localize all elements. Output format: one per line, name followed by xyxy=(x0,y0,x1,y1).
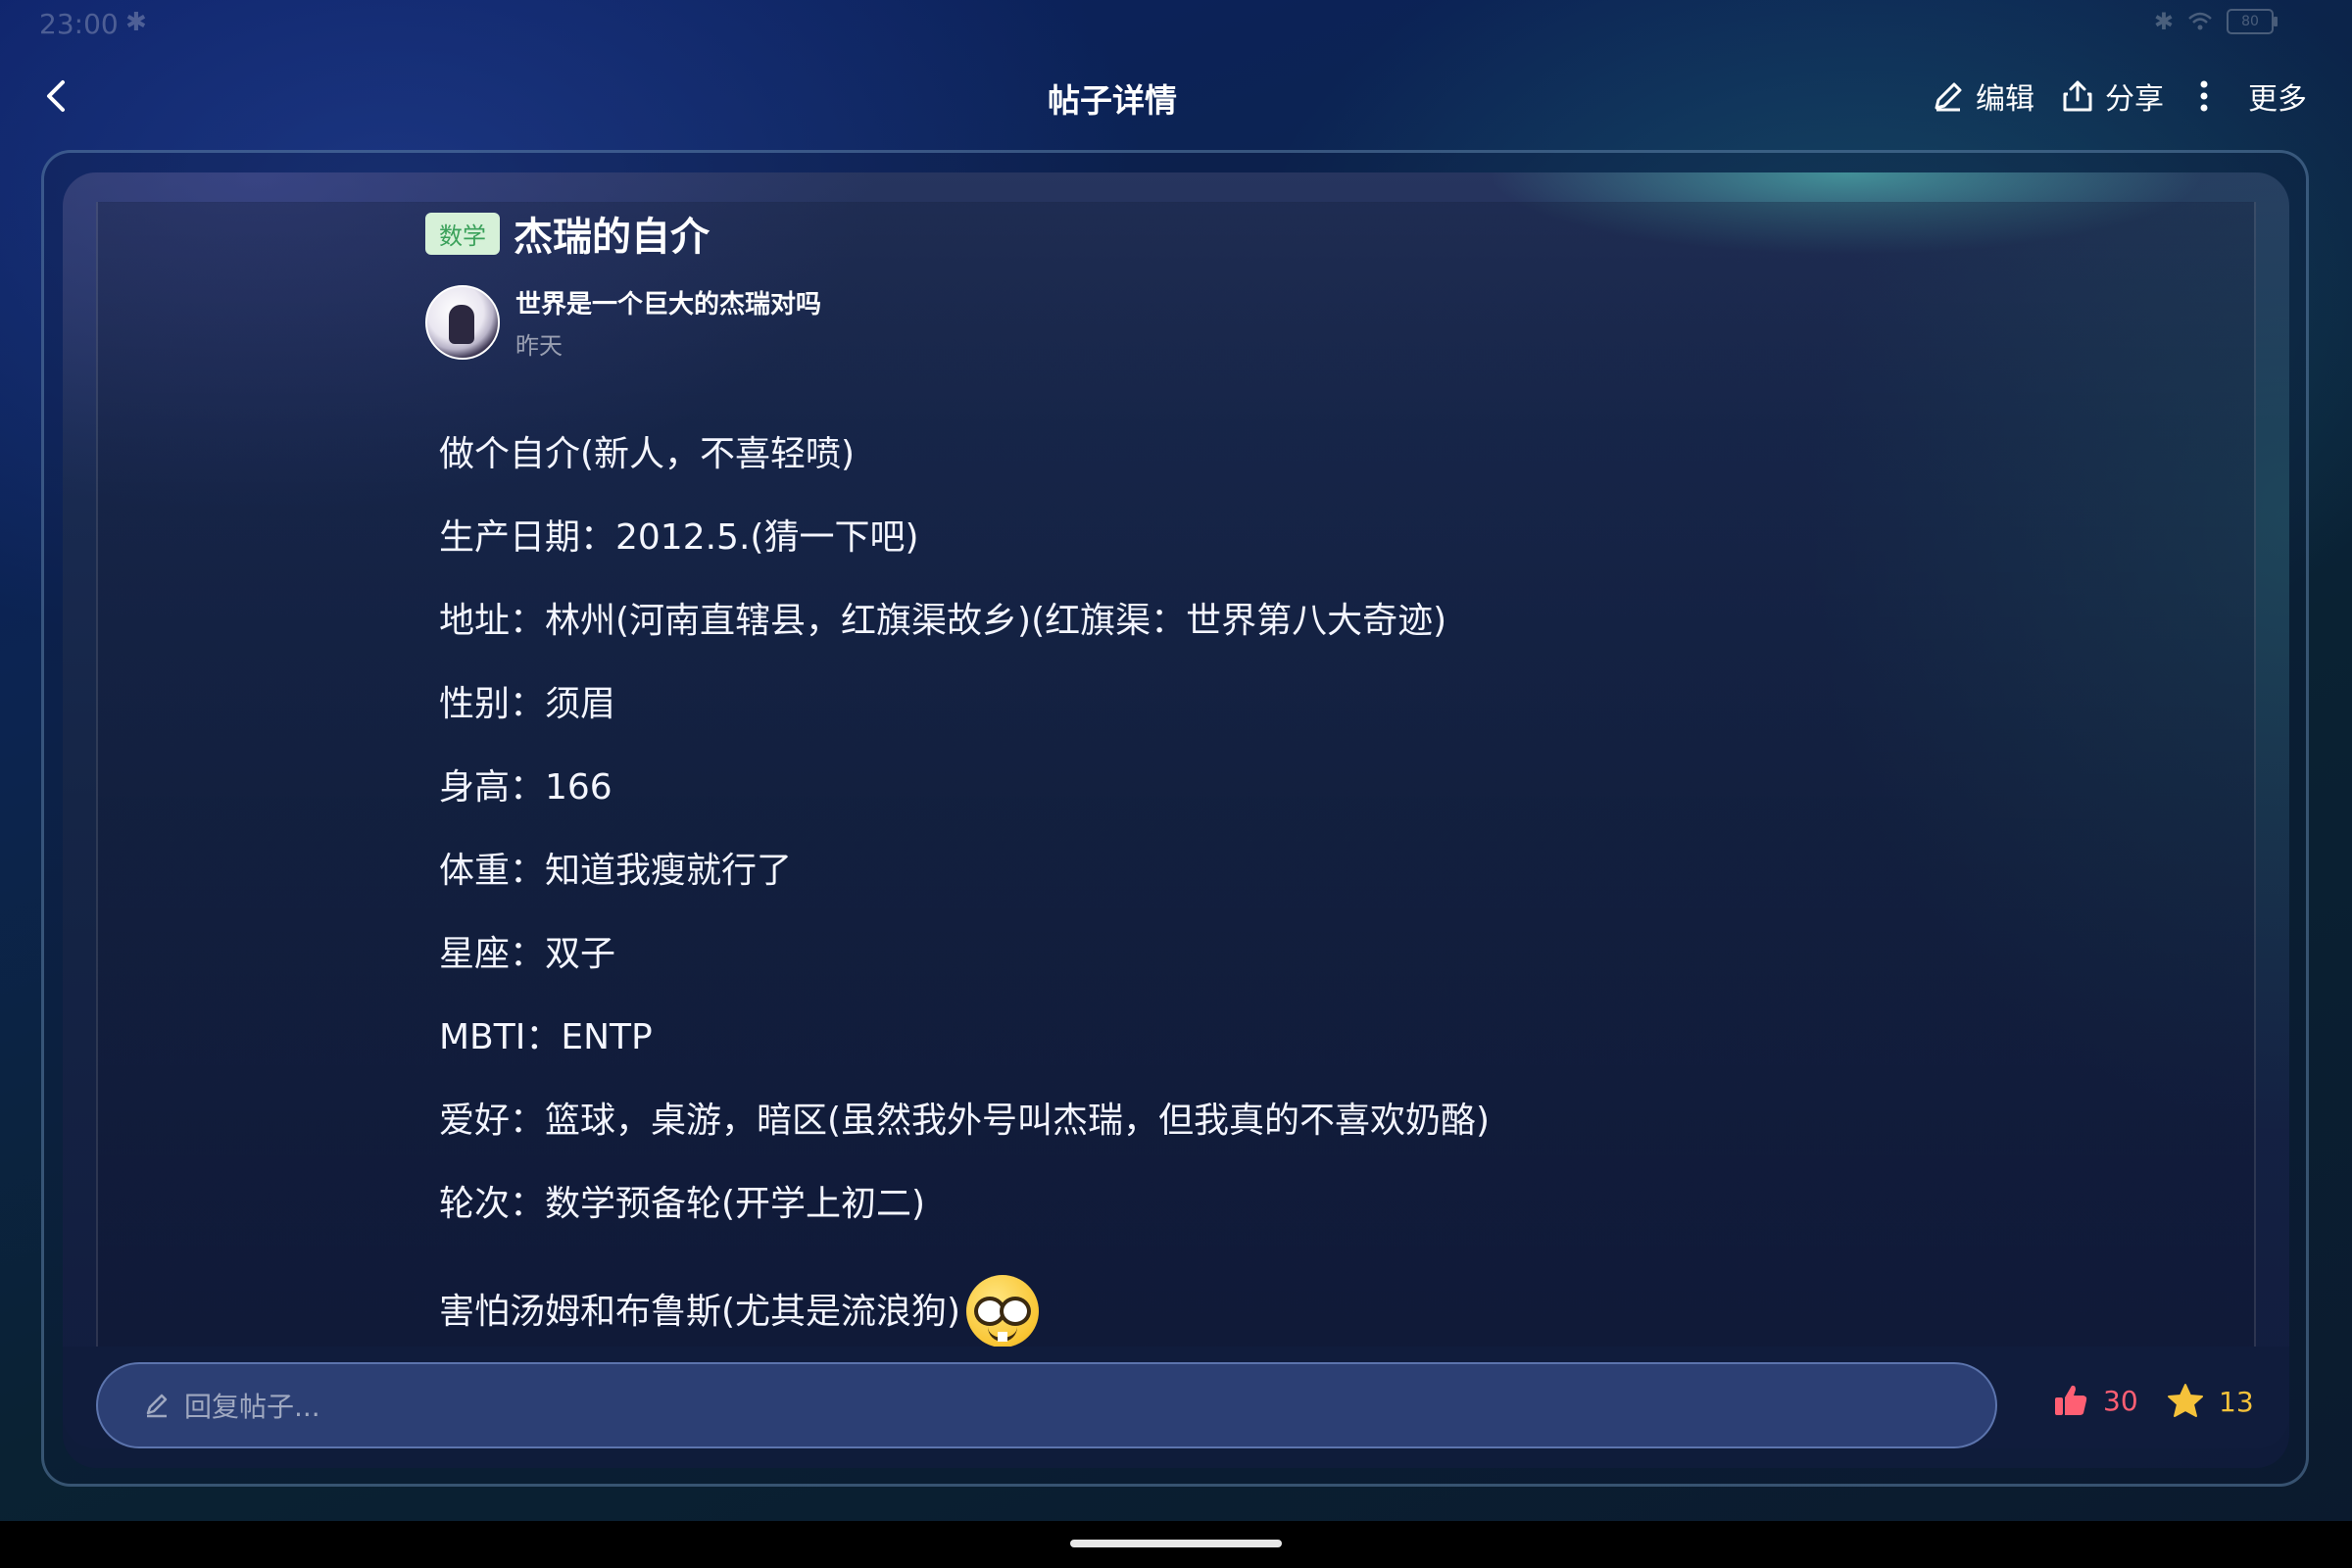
share-label: 分享 xyxy=(2105,82,2164,117)
category-tag[interactable]: 数学 xyxy=(425,212,500,255)
post-line: 体重：知道我瘦就行了 xyxy=(439,851,793,891)
top-app-bar: 帖子详情 编辑 分享 更多 xyxy=(0,59,2352,137)
more-vertical-icon xyxy=(2200,80,2208,112)
post-line: 轮次：数学预备轮(开学上初二) xyxy=(439,1184,926,1224)
bluetooth-icon: ✱ xyxy=(125,8,147,37)
reply-input[interactable]: 回复帖子... xyxy=(96,1362,1997,1448)
nerd-face-emoji xyxy=(966,1275,1040,1347)
post-content[interactable]: 数学 杰瑞的自介 世界是一个巨大的杰瑞对吗 昨天 做个自介(新人，不喜轻喷) 生… xyxy=(96,202,2256,1347)
status-icons: ✱ 80 xyxy=(2153,8,2278,35)
post-line: 生产日期：2012.5.(猜一下吧) xyxy=(439,517,919,558)
share-button[interactable]: 分享 xyxy=(2060,74,2164,118)
reply-bar: 回复帖子... 30 13 xyxy=(63,1347,2289,1468)
post-line: 身高：166 xyxy=(439,767,612,808)
like-count: 30 xyxy=(2103,1384,2138,1417)
author-row: 世界是一个巨大的杰瑞对吗 昨天 xyxy=(425,284,1895,361)
title-row: 数学 杰瑞的自介 xyxy=(425,206,1895,261)
more-label: 更多 xyxy=(2248,82,2307,117)
post-line-with-emoji: 害怕汤姆和布鲁斯(尤其是流浪狗) xyxy=(439,1258,2105,1347)
author-info: 世界是一个巨大的杰瑞对吗 昨天 xyxy=(515,284,821,361)
post-line: 爱好：篮球，桌游，暗区(虽然我外号叫杰瑞，但我真的不喜欢奶酪) xyxy=(439,1101,1491,1141)
status-time: 23:00 xyxy=(39,8,119,40)
bluetooth-icon: ✱ xyxy=(2153,8,2174,35)
favorite-count: 13 xyxy=(2219,1385,2254,1418)
avatar[interactable] xyxy=(425,285,500,360)
header-actions: 编辑 分享 更多 xyxy=(1931,74,2307,118)
home-indicator[interactable] xyxy=(1070,1540,1282,1547)
post-line: 地址：林州(河南直辖县，红旗渠故乡)(红旗渠：世界第八大奇迹) xyxy=(439,601,1447,641)
status-bar: 23:00 ✱ ✱ 80 xyxy=(0,0,2352,49)
post-line: 性别：须眉 xyxy=(439,684,616,724)
post-header: 数学 杰瑞的自介 世界是一个巨大的杰瑞对吗 昨天 xyxy=(425,206,1895,361)
battery-icon: 80 xyxy=(2227,9,2278,34)
edit-label: 编辑 xyxy=(1976,82,2034,117)
share-icon xyxy=(2063,80,2092,112)
pencil-icon xyxy=(146,1394,168,1418)
post-body: 做个自介(新人，不喜轻喷) 生产日期：2012.5.(猜一下吧) 地址：林州(河… xyxy=(439,425,2105,1347)
post-time: 昨天 xyxy=(515,332,563,360)
reply-placeholder: 回复帖子... xyxy=(184,1391,320,1423)
post-line: 做个自介(新人，不喜轻喷) xyxy=(439,434,856,474)
favorite-button[interactable]: 13 xyxy=(2166,1382,2254,1421)
more-button[interactable]: 更多 xyxy=(2189,74,2307,118)
author-name[interactable]: 世界是一个巨大的杰瑞对吗 xyxy=(515,284,821,320)
page-title: 帖子详情 xyxy=(1048,81,1177,120)
post-line: 害怕汤姆和布鲁斯(尤其是流浪狗) xyxy=(439,1292,961,1332)
post-line: MBTI：ENTP xyxy=(439,1017,653,1057)
star-icon xyxy=(2168,1384,2203,1417)
post-line: 星座：双子 xyxy=(439,934,616,974)
thumbs-up-icon xyxy=(2055,1385,2087,1415)
wifi-icon xyxy=(2188,12,2212,30)
post-title: 杰瑞的自介 xyxy=(514,215,710,260)
like-button[interactable]: 30 xyxy=(2052,1382,2138,1419)
pencil-icon xyxy=(1935,82,1962,112)
edit-button[interactable]: 编辑 xyxy=(1931,74,2034,118)
